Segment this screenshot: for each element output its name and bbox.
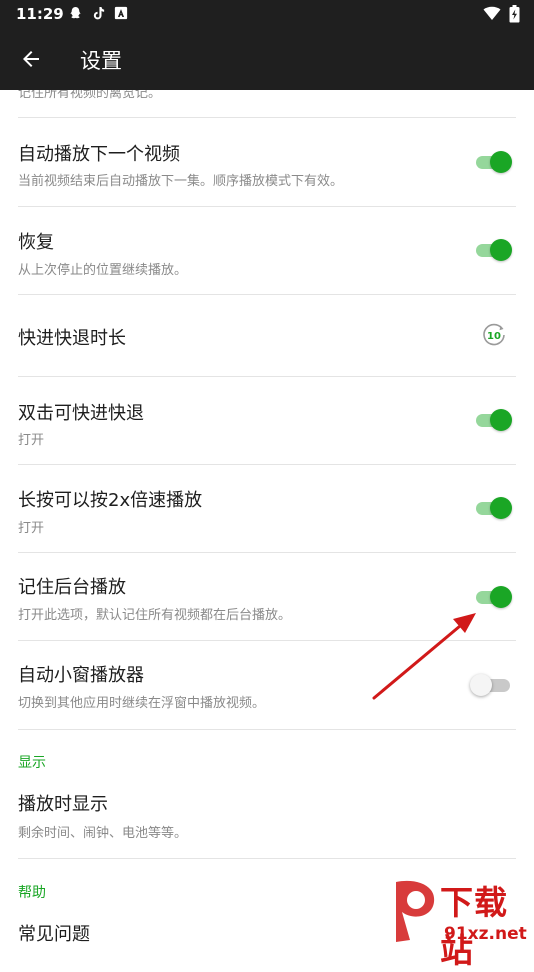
watermark: 下载站 91xz.net bbox=[390, 876, 534, 970]
watermark-logo bbox=[396, 880, 435, 942]
battery-icon bbox=[509, 5, 520, 23]
setting-title: 播放时显示 bbox=[18, 794, 108, 815]
long-press-toggle[interactable] bbox=[474, 496, 514, 520]
cut-off-subtitle: 记住所有视频的离览记。 bbox=[18, 90, 162, 101]
autoplay-next-toggle[interactable] bbox=[474, 150, 514, 174]
setting-subtitle: 打开此选项，默认记住所有视频都在后台播放。 bbox=[18, 608, 292, 623]
setting-background-play[interactable]: 记住后台播放 打开此选项，默认记住所有视频都在后台播放。 bbox=[0, 553, 534, 641]
setting-subtitle: 当前视频结束后自动播放下一集。顺序播放模式下有效。 bbox=[18, 174, 344, 189]
setting-resume[interactable]: 恢复 从上次停止的位置继续播放。 bbox=[0, 207, 534, 295]
divider bbox=[18, 729, 516, 730]
setting-title: 自动播放下一个视频 bbox=[18, 144, 180, 165]
double-tap-toggle[interactable] bbox=[474, 408, 514, 432]
setting-title: 双击可快进快退 bbox=[18, 403, 144, 424]
setting-auto-mini-player[interactable]: 自动小窗播放器 切换到其他应用时继续在浮窗中播放视频。 bbox=[0, 641, 534, 729]
setting-display-during-playback[interactable]: 播放时显示 剩余时间、闹钟、电池等等。 bbox=[0, 776, 534, 856]
app-toolbar: 设置 bbox=[0, 28, 534, 90]
setting-title: 记住后台播放 bbox=[18, 577, 126, 598]
setting-title: 常见问题 bbox=[18, 924, 90, 945]
status-bar: 11:29 bbox=[0, 0, 534, 28]
status-time: 11:29 bbox=[16, 5, 64, 23]
setting-subtitle: 打开 bbox=[18, 433, 45, 448]
tiktok-icon bbox=[93, 6, 105, 20]
auto-mini-player-toggle[interactable] bbox=[470, 673, 514, 697]
setting-subtitle: 从上次停止的位置继续播放。 bbox=[18, 263, 188, 278]
back-arrow-icon[interactable] bbox=[18, 47, 44, 71]
setting-subtitle: 切换到其他应用时继续在浮窗中播放视频。 bbox=[18, 696, 266, 711]
setting-title: 自动小窗播放器 bbox=[18, 665, 144, 686]
setting-seek-duration[interactable]: 快进快退时长 10 bbox=[0, 295, 534, 376]
divider bbox=[18, 858, 516, 859]
setting-double-tap-seek[interactable]: 双击可快进快退 打开 bbox=[0, 377, 534, 465]
setting-autoplay-next[interactable]: 自动播放下一个视频 当前视频结束后自动播放下一集。顺序播放模式下有效。 bbox=[0, 118, 534, 206]
system-icons bbox=[483, 5, 520, 23]
resume-toggle[interactable] bbox=[474, 238, 514, 262]
setting-title: 恢复 bbox=[18, 232, 54, 253]
watermark-text-bottom: 91xz.net bbox=[444, 924, 527, 944]
notification-icons bbox=[68, 6, 128, 21]
setting-subtitle: 打开 bbox=[18, 521, 45, 536]
wifi-icon bbox=[483, 6, 501, 20]
setting-title: 长按可以按2x倍速播放 bbox=[18, 490, 203, 511]
settings-list[interactable]: 记住所有视频的离览记。 自动播放下一个视频 当前视频结束后自动播放下一集。顺序播… bbox=[0, 90, 534, 950]
app-icon bbox=[114, 6, 128, 20]
setting-long-press-speed[interactable]: 长按可以按2x倍速播放 打开 bbox=[0, 465, 534, 553]
page-title: 设置 bbox=[80, 49, 122, 73]
qq-icon bbox=[70, 6, 81, 19]
background-play-toggle[interactable] bbox=[474, 585, 514, 609]
setting-subtitle: 剩余时间、闹钟、电池等等。 bbox=[18, 826, 188, 841]
section-header-help: 帮助 bbox=[18, 885, 46, 901]
section-header-display: 显示 bbox=[18, 755, 46, 771]
forward-10-icon: 10 bbox=[483, 323, 505, 346]
setting-title: 快进快退时长 bbox=[18, 328, 126, 349]
seek-value: 10 bbox=[487, 331, 501, 342]
